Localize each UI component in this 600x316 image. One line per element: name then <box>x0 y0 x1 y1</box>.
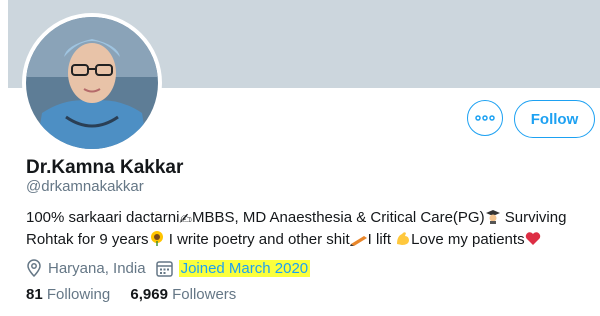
followers-count: 6,969 <box>130 286 168 303</box>
calendar-icon <box>155 260 173 277</box>
bio-text: I lift <box>367 231 396 248</box>
follow-button[interactable]: Follow <box>514 100 595 138</box>
pen-icon <box>349 232 368 252</box>
avatar-photo <box>26 17 158 149</box>
bio-line-1: 100% sarkaari dactarni✍MBBS, MD Anaesthe… <box>26 208 586 230</box>
bio-text: I write poetry and other shit <box>164 231 350 248</box>
handle: @drkamnakakkar <box>26 178 144 195</box>
location-pin-icon <box>27 259 41 277</box>
display-name: Dr.Kamna Kakkar <box>26 157 184 178</box>
bio-text: Rohtak for 9 years <box>26 231 149 248</box>
bio: 100% sarkaari dactarni✍MBBS, MD Anaesthe… <box>26 208 586 252</box>
bio-line-2: Rohtak for 9 years I write poetry and ot… <box>26 230 586 252</box>
more-options-button[interactable] <box>467 100 503 136</box>
following-count: 81 <box>26 286 43 303</box>
followers-link[interactable]: 6,969 Followers <box>130 286 236 303</box>
join-date: Joined March 2020 <box>155 259 311 277</box>
followers-label: Followers <box>172 286 237 303</box>
page-edge <box>0 0 8 316</box>
heart-icon <box>525 231 541 252</box>
bio-text: Love my patients <box>411 231 525 248</box>
avatar[interactable] <box>22 13 162 153</box>
bio-text: Surviving <box>500 209 567 226</box>
joined-date-text: Joined March 2020 <box>178 259 311 277</box>
writing-hand-icon: ✍ <box>179 211 192 228</box>
location-text: Haryana, India <box>48 259 146 277</box>
follow-stats: 81 Following 6,969 Followers <box>26 286 252 303</box>
location: Haryana, India <box>26 259 146 277</box>
bio-text: 100% sarkaari dactarni <box>26 209 180 226</box>
bio-text: MBBS, MD Anaesthesia & Critical Care(PG) <box>192 209 485 226</box>
graduate-icon <box>485 208 501 230</box>
sunflower-icon <box>149 230 165 252</box>
flexed-biceps-icon <box>395 230 411 252</box>
more-icon <box>475 115 495 121</box>
profile-meta: Haryana, India Joined March 2020 <box>26 258 320 278</box>
following-link[interactable]: 81 Following <box>26 286 110 303</box>
following-label: Following <box>46 286 111 303</box>
